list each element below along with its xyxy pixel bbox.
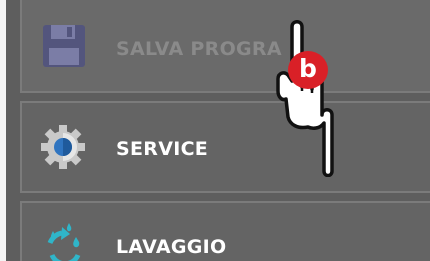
floppy-disk-icon — [43, 25, 85, 67]
water-recycle-icon — [47, 223, 81, 261]
menu-item-lavaggio[interactable]: LAVAGGIO — [20, 201, 430, 261]
menu-item-label: SALVA PROGRA — [116, 38, 282, 60]
gear-icon — [41, 125, 85, 169]
menu-item-label: LAVAGGIO — [116, 236, 227, 258]
pointing-hand-icon — [276, 20, 334, 177]
touch-screen: SALVA PROGRA SERVICE LAVAGGIO b — [0, 0, 430, 261]
menu-item-label: SERVICE — [116, 138, 209, 160]
step-badge: b — [288, 51, 328, 89]
